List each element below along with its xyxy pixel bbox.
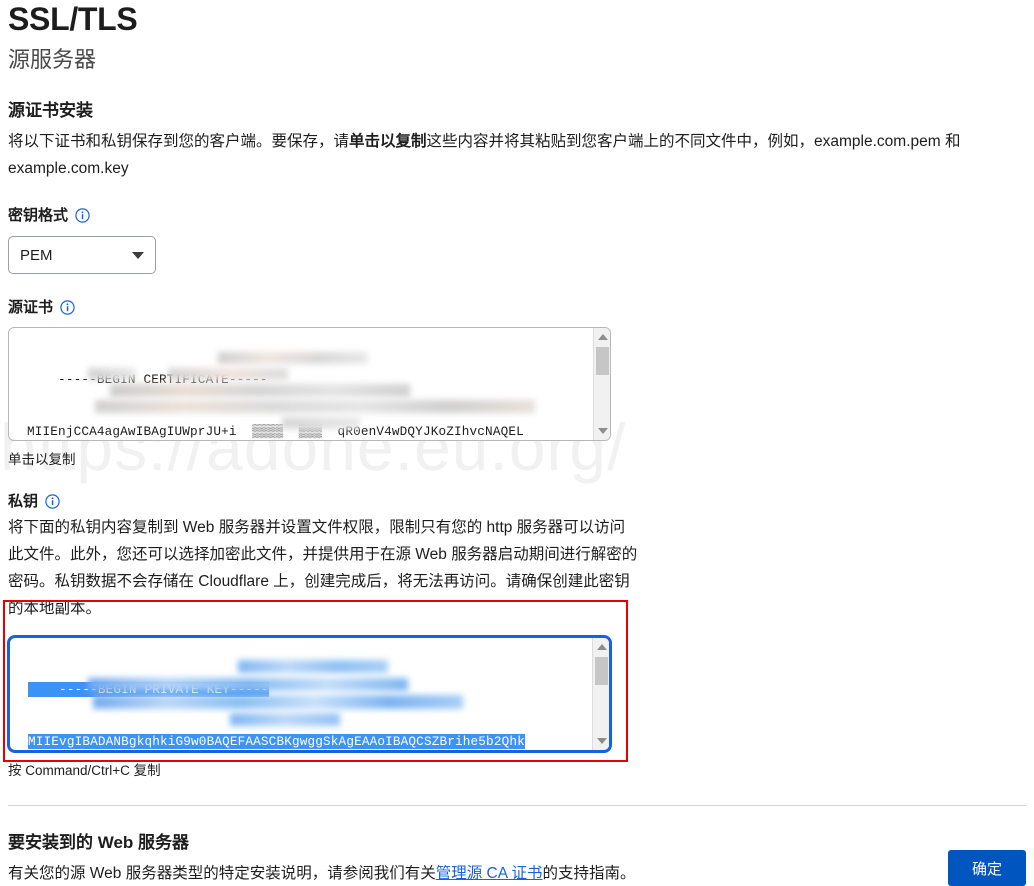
origin-certificate-textarea[interactable]: -----BEGIN CERTIFICATE----- MIIEnjCCA4ag… — [9, 328, 610, 440]
key-format-select[interactable]: PEM — [8, 236, 156, 274]
private-key-scrollbar[interactable] — [592, 638, 609, 750]
scroll-up-arrow-icon[interactable] — [593, 639, 609, 655]
scrollbar-thumb[interactable] — [595, 657, 608, 685]
page-subtitle: 源服务器 — [8, 42, 1026, 74]
origin-certificate-label: 源证书 — [8, 296, 1026, 317]
web-server-text-after: 的支持指南。 — [543, 865, 636, 882]
web-server-description: 有关您的源 Web 服务器类型的特定安装说明，请参阅我们有关管理源 CA 证书的… — [8, 860, 1018, 886]
web-server-text-before: 有关您的源 Web 服务器类型的特定安装说明，请参阅我们有关 — [8, 865, 436, 882]
private-key-description: 将下面的私钥内容复制到 Web 服务器并设置文件权限，限制只有您的 http 服… — [8, 514, 638, 622]
install-desc-bold: 单击以复制 — [349, 133, 427, 150]
scrollbar-thumb[interactable] — [596, 347, 609, 375]
scroll-down-arrow-icon[interactable] — [593, 733, 609, 749]
key-format-label: 密钥格式 — [8, 204, 1026, 225]
scroll-up-arrow-icon[interactable] — [594, 329, 610, 345]
section-divider — [8, 805, 1026, 806]
private-key-label-text: 私钥 — [8, 490, 38, 511]
origin-certificate-textarea-shell[interactable]: -----BEGIN CERTIFICATE----- MIIEnjCCA4ag… — [8, 327, 611, 441]
info-icon[interactable] — [60, 300, 75, 315]
key-line: MIIEvgIBADANBgkqhkiG9w0BAQEFAASCBKgwggSk… — [28, 733, 588, 750]
origin-certificate-hint: 单击以复制 — [8, 448, 1026, 468]
origin-certificate-text[interactable]: -----BEGIN CERTIFICATE----- MIIEnjCCA4ag… — [9, 328, 593, 440]
web-server-heading: 要安装到的 Web 服务器 — [8, 828, 1026, 853]
install-desc-part1: 将以下证书和私钥保存到您的客户端。要保存，请 — [8, 133, 349, 150]
origin-certificate-scrollbar[interactable] — [593, 328, 610, 440]
info-icon[interactable] — [75, 208, 90, 223]
install-section-heading: 源证书安装 — [8, 96, 1026, 121]
key-format-label-text: 密钥格式 — [8, 204, 68, 225]
page-title: SSL/TLS — [8, 0, 1026, 38]
info-icon[interactable] — [45, 494, 60, 509]
origin-certificate-label-text: 源证书 — [8, 296, 53, 317]
private-key-textarea[interactable]: -----BEGIN PRIVATE KEY----- MIIEvgIBADAN… — [10, 638, 609, 750]
ssl-tls-page: https://adone.eu.org/ SSL/TLS 源服务器 源证书安装… — [0, 0, 1034, 886]
private-key-hint: 按 Command/Ctrl+C 复制 — [8, 759, 1026, 779]
cert-line: MIIEnjCCA4agAwIBAgIUWprJU+i ▒▒▒▒ ▒▒▒ qR0… — [27, 423, 589, 440]
key-format-select-wrap[interactable]: PEM — [8, 236, 156, 274]
private-key-text[interactable]: -----BEGIN PRIVATE KEY----- MIIEvgIBADAN… — [10, 638, 592, 750]
scroll-down-arrow-icon[interactable] — [594, 423, 610, 439]
key-line-text: -----BEGIN PRIVATE KEY----- — [28, 682, 269, 697]
install-section-description: 将以下证书和私钥保存到您的客户端。要保存，请单击以复制这些内容并将其粘贴到您客户… — [8, 128, 1018, 182]
confirm-button[interactable]: 确定 — [948, 850, 1026, 886]
key-line: -----BEGIN PRIVATE KEY----- — [28, 681, 588, 698]
key-line-text: MIIEvgIBADANBgkqhkiG9w0BAQEFAASCBKgwggSk… — [28, 734, 525, 749]
page-content: SSL/TLS 源服务器 源证书安装 将以下证书和私钥保存到您的客户端。要保存，… — [0, 0, 1034, 886]
manage-origin-ca-link[interactable]: 管理源 CA 证书 — [436, 865, 543, 882]
private-key-label: 私钥 — [8, 490, 1026, 511]
cert-line: -----BEGIN CERTIFICATE----- — [27, 371, 589, 388]
private-key-textarea-shell[interactable]: -----BEGIN PRIVATE KEY----- MIIEvgIBADAN… — [8, 636, 611, 752]
